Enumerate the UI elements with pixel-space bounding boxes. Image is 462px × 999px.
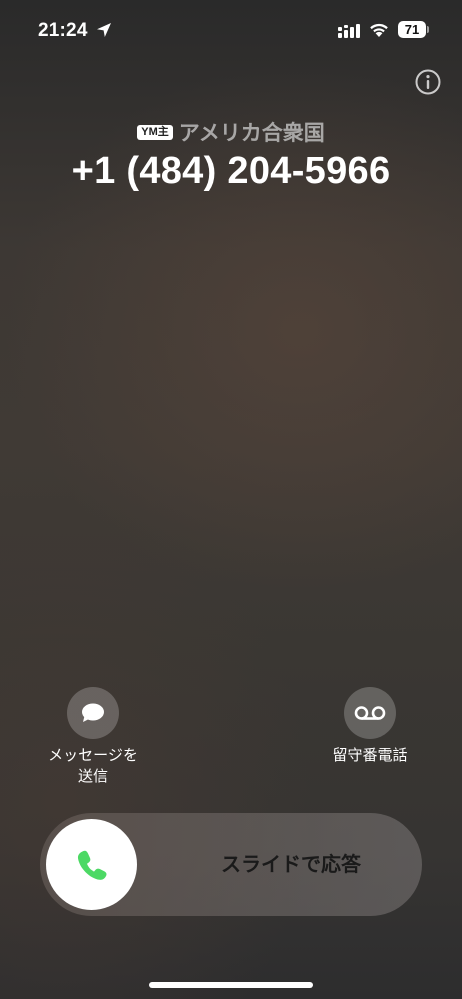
- wifi-icon: [370, 23, 388, 37]
- location-arrow-icon: [97, 23, 111, 37]
- answer-knob[interactable]: [46, 819, 137, 910]
- message-button-circle[interactable]: [67, 687, 119, 739]
- voicemail-button-circle[interactable]: [344, 687, 396, 739]
- caller-phone-number: +1 (484) 204-5966: [71, 150, 391, 192]
- voicemail-button[interactable]: 留守番電話: [300, 687, 440, 766]
- send-message-button[interactable]: メッセージを 送信: [23, 687, 163, 787]
- message-bubble-icon: [82, 703, 104, 722]
- caller-region: YM主 アメリカ合衆国: [0, 117, 462, 147]
- voicemail-icon: [354, 706, 386, 720]
- voicemail-label: 留守番電話: [332, 746, 408, 764]
- battery-icon: 71: [398, 21, 429, 38]
- status-time: 21:24: [38, 20, 88, 41]
- line-badge: YM主: [137, 124, 173, 140]
- info-icon[interactable]: [414, 68, 442, 96]
- slide-to-answer-slider[interactable]: スライドで応答: [40, 813, 422, 916]
- status-bar: 21:24 71: [0, 0, 462, 60]
- battery-level: 71: [398, 21, 426, 38]
- signal-icon: [338, 24, 360, 38]
- send-message-label: メッセージを 送信: [23, 745, 163, 787]
- phone-icon: [77, 850, 107, 880]
- caller-country: アメリカ合衆国: [178, 121, 325, 145]
- send-message-label-line2: 送信: [77, 767, 108, 785]
- battery-cap: [427, 26, 429, 33]
- slide-to-answer-label: スライドで応答: [221, 852, 361, 876]
- send-message-label-line1: メッセージを: [48, 746, 138, 764]
- home-indicator[interactable]: [149, 982, 313, 988]
